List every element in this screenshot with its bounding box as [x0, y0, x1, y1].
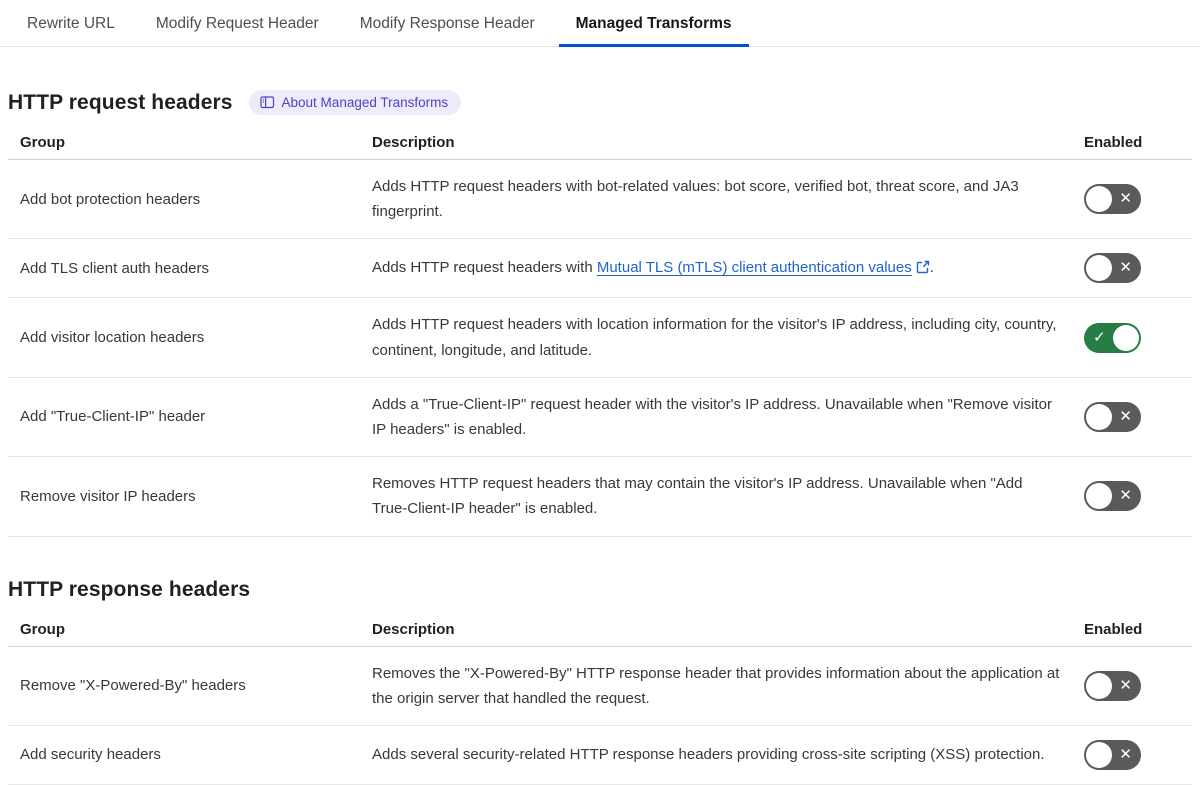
column-header-description: Description — [360, 115, 1072, 160]
external-link-icon — [916, 257, 930, 282]
toggle-knob — [1086, 672, 1112, 699]
response-headers-table: Group Description Enabled Remove "X-Powe… — [8, 601, 1192, 785]
tab-modify-response-header[interactable]: Modify Response Header — [343, 0, 552, 47]
toggle-knob — [1086, 255, 1112, 282]
toggle-add-true-client-ip-header[interactable]: ✕ ✓ — [1084, 401, 1141, 432]
tab-rewrite-url[interactable]: Rewrite URL — [10, 0, 132, 47]
table-row: Add bot protection headers Adds HTTP req… — [8, 159, 1192, 240]
x-icon: ✕ — [1119, 676, 1132, 694]
x-icon: ✕ — [1119, 487, 1132, 505]
toggle-knob — [1086, 741, 1112, 768]
table-row: Add visitor location headers Adds HTTP r… — [8, 297, 1192, 378]
column-header-enabled: Enabled — [1072, 601, 1192, 647]
x-icon: ✕ — [1119, 259, 1132, 277]
toggle-add-tls-client-auth-headers[interactable]: ✕ ✓ — [1084, 253, 1141, 284]
toggle-add-bot-protection-headers[interactable]: ✕ ✓ — [1084, 184, 1141, 215]
table-row: Add TLS client auth headers Adds HTTP re… — [8, 238, 1192, 299]
description-cell: Adds a "True-Client-IP" request header w… — [360, 377, 1072, 458]
table-row: Add "True-Client-IP" header Adds a "True… — [8, 377, 1192, 458]
table-header-row: Group Description Enabled — [8, 601, 1192, 647]
description-cell: Adds HTTP request headers with bot-relat… — [360, 159, 1072, 240]
description-text: Adds HTTP request headers with — [372, 258, 597, 276]
tab-modify-request-header[interactable]: Modify Request Header — [139, 0, 336, 47]
description-cell: Removes the "X-Powered-By" HTTP response… — [360, 646, 1072, 726]
table-row: Remove visitor IP headers Removes HTTP r… — [8, 456, 1192, 537]
toggle-remove-visitor-ip-headers[interactable]: ✕ ✓ — [1084, 481, 1141, 512]
transform-rules-tabbar: Rewrite URL Modify Request Header Modify… — [0, 0, 1200, 47]
toggle-add-security-headers[interactable]: ✕ ✓ — [1084, 739, 1141, 770]
table-row: Add security headers Adds several securi… — [8, 725, 1192, 785]
table-header-row: Group Description Enabled — [8, 115, 1192, 160]
tab-managed-transforms[interactable]: Managed Transforms — [558, 0, 749, 47]
mtls-docs-link[interactable]: Mutual TLS (mTLS) client authentication … — [597, 259, 912, 276]
column-header-description: Description — [360, 601, 1072, 647]
about-managed-transforms-badge[interactable]: About Managed Transforms — [248, 90, 462, 115]
column-header-group: Group — [8, 115, 360, 160]
response-headers-title: HTTP response headers — [8, 577, 251, 601]
group-cell: Remove "X-Powered-By" headers — [8, 646, 360, 726]
x-icon: ✕ — [1119, 190, 1132, 208]
column-header-enabled: Enabled — [1072, 115, 1192, 160]
x-icon: ✕ — [1119, 746, 1132, 764]
description-cell: Adds HTTP request headers with Mutual TL… — [360, 238, 1072, 299]
toggle-knob — [1086, 186, 1112, 213]
group-cell: Add security headers — [8, 725, 360, 785]
toggle-knob — [1086, 483, 1112, 510]
group-cell: Add TLS client auth headers — [8, 238, 360, 299]
column-header-group: Group — [8, 601, 360, 647]
x-icon: ✕ — [1119, 408, 1132, 426]
about-badge-label: About Managed Transforms — [281, 95, 449, 110]
group-cell: Remove visitor IP headers — [8, 456, 360, 537]
toggle-add-visitor-location-headers[interactable]: ✕ ✓ — [1084, 322, 1141, 353]
toggle-knob — [1113, 324, 1139, 351]
description-cell: Removes HTTP request headers that may co… — [360, 456, 1072, 537]
description-cell: Adds HTTP request headers with location … — [360, 297, 1072, 378]
table-row: Remove "X-Powered-By" headers Removes th… — [8, 646, 1192, 726]
group-cell: Add visitor location headers — [8, 297, 360, 378]
toggle-knob — [1086, 403, 1112, 430]
toggle-remove-x-powered-by-headers[interactable]: ✕ ✓ — [1084, 670, 1141, 701]
request-headers-table: Group Description Enabled Add bot protec… — [8, 115, 1192, 537]
description-text: . — [929, 258, 934, 276]
book-icon — [259, 96, 275, 109]
group-cell: Add bot protection headers — [8, 159, 360, 240]
group-cell: Add "True-Client-IP" header — [8, 377, 360, 458]
check-icon: ✓ — [1093, 328, 1106, 346]
request-headers-title: HTTP request headers — [8, 90, 233, 114]
description-cell: Adds several security-related HTTP respo… — [360, 725, 1072, 785]
